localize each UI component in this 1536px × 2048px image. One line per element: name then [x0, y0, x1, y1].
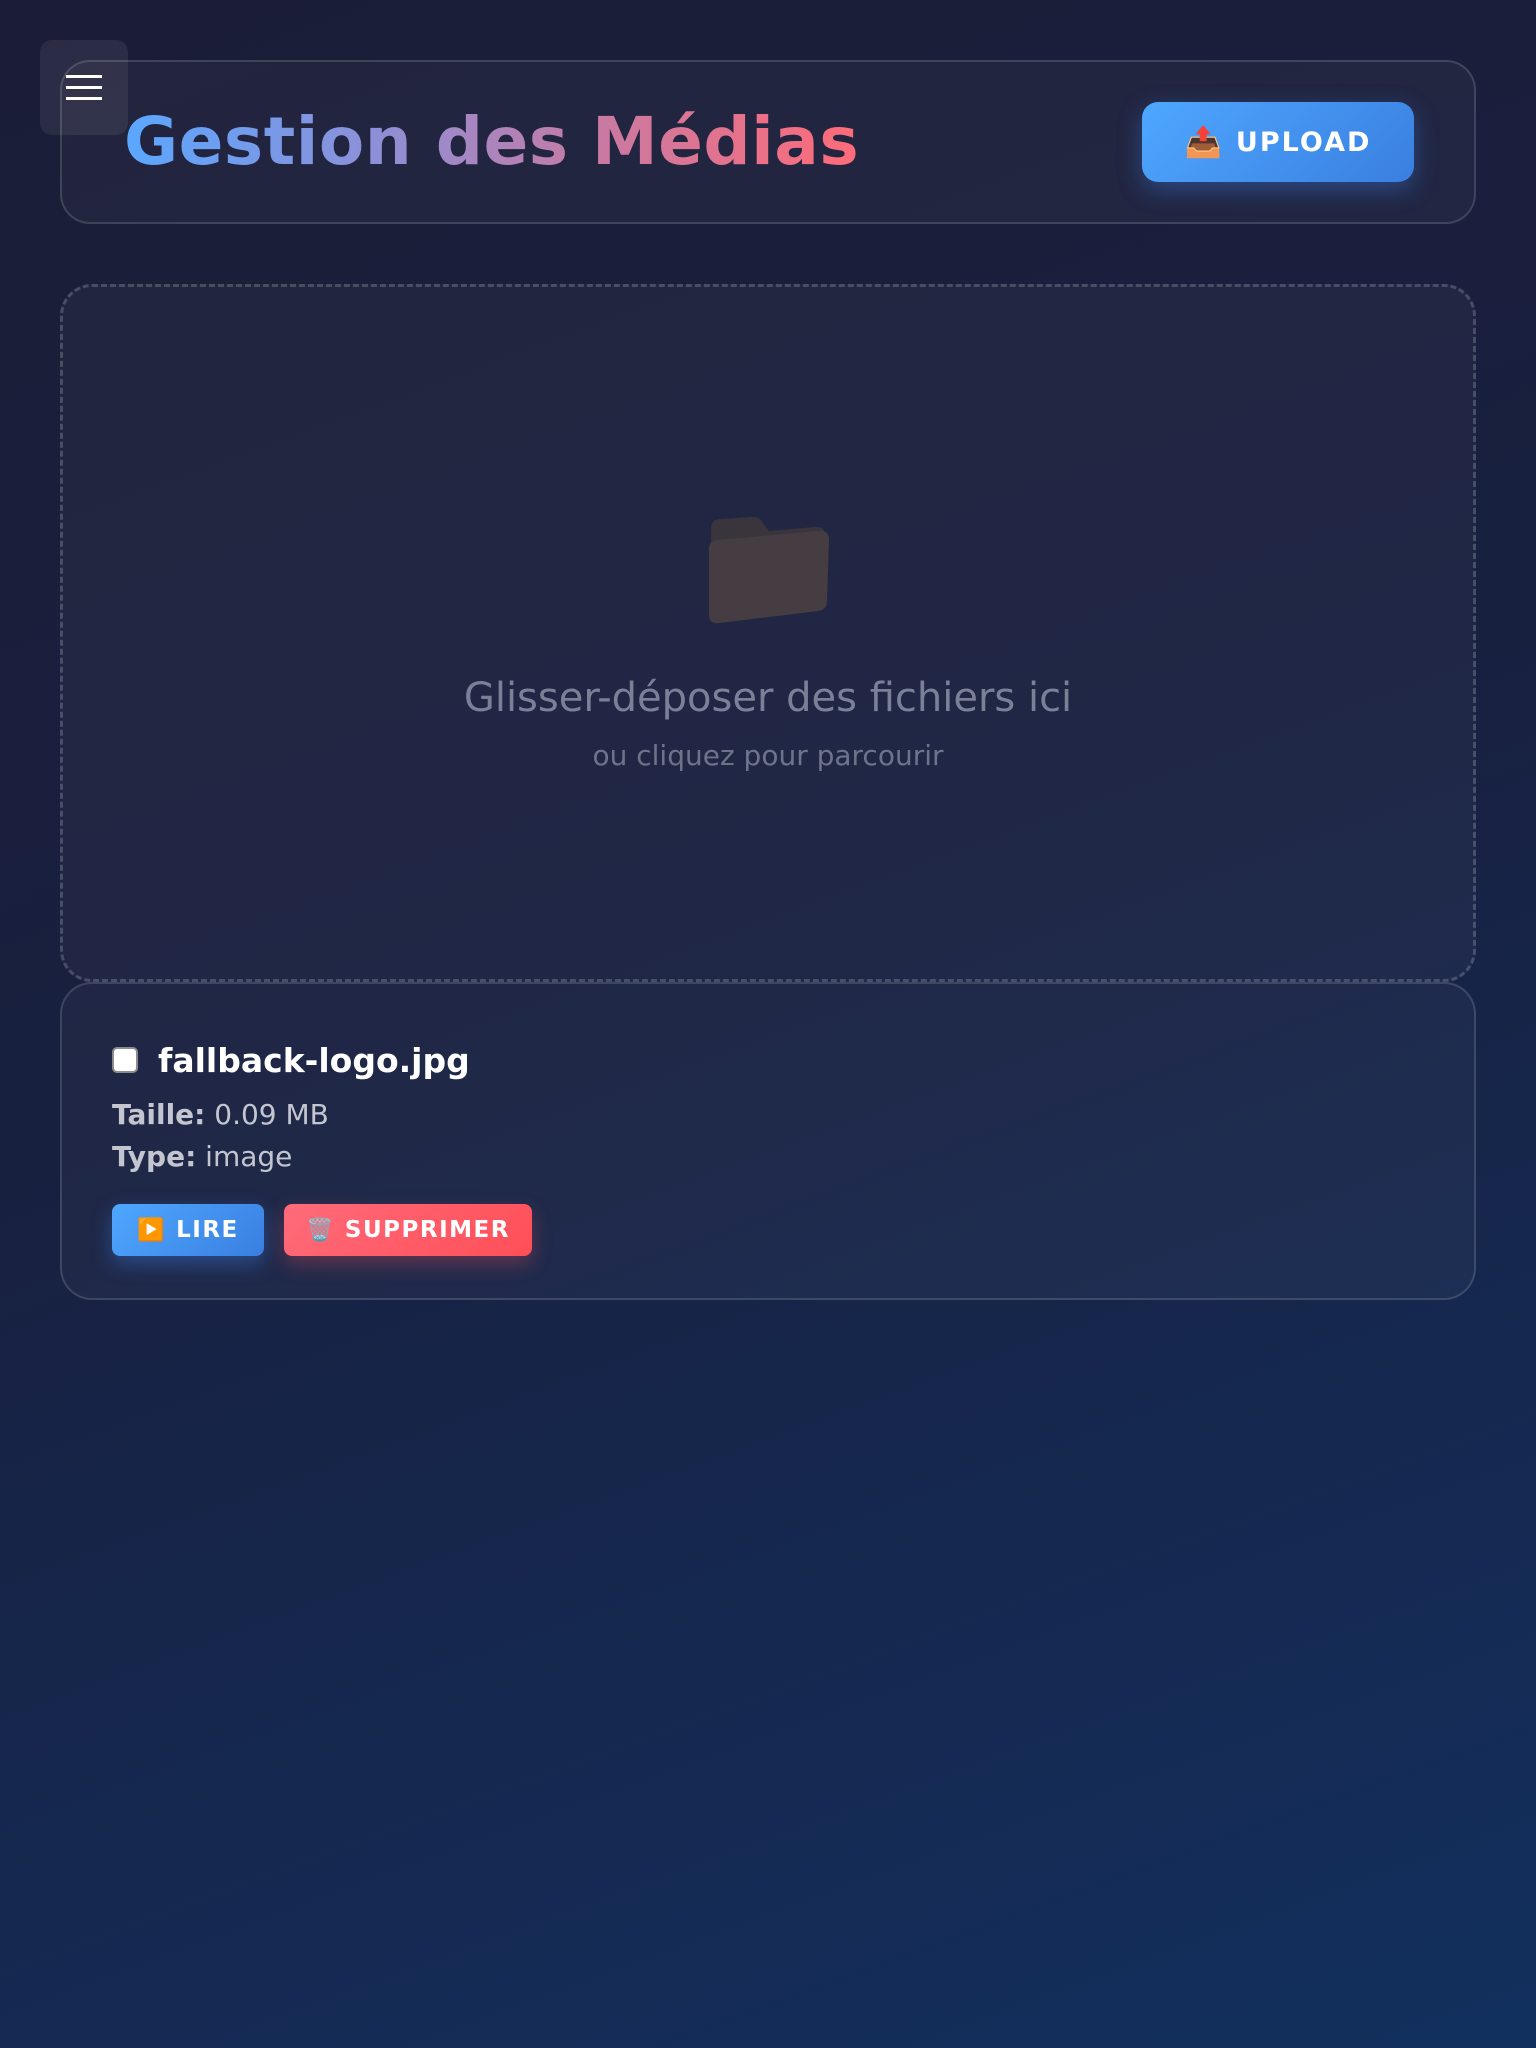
folder-icon	[709, 516, 829, 624]
file-card: fallback-logo.jpg Taille: 0.09 MB Type: …	[60, 982, 1476, 1300]
menu-toggle-button[interactable]	[40, 40, 128, 135]
play-button-label: LIRE	[176, 1217, 239, 1243]
delete-button[interactable]: 🗑️ SUPPRIMER	[284, 1204, 532, 1256]
hamburger-icon	[66, 74, 102, 100]
file-type-row: Type: image	[112, 1136, 1424, 1178]
dropzone-title: Glisser-déposer des fichiers ici	[463, 675, 1073, 721]
play-button[interactable]: ▶️ LIRE	[112, 1204, 264, 1256]
file-type-value: image	[205, 1140, 293, 1173]
file-type-label: Type:	[112, 1140, 197, 1173]
file-size-row: Taille: 0.09 MB	[112, 1094, 1424, 1136]
file-name: fallback-logo.jpg	[158, 1040, 470, 1080]
page-title: Gestion des Médias	[124, 103, 860, 180]
drop-zone[interactable]: Glisser-déposer des fichiers ici ou cliq…	[60, 284, 1476, 982]
file-select-checkbox[interactable]	[112, 1047, 138, 1073]
dropzone-subtitle: ou cliquez pour parcourir	[592, 739, 944, 772]
header-card: Gestion des Médias 📤 UPLOAD	[60, 60, 1476, 224]
file-actions: ▶️ LIRE 🗑️ SUPPRIMER	[112, 1204, 1424, 1256]
trash-icon: 🗑️	[306, 1217, 335, 1243]
file-card-header: fallback-logo.jpg	[112, 1038, 1424, 1082]
file-size-value: 0.09 MB	[214, 1098, 329, 1131]
delete-button-label: SUPPRIMER	[344, 1217, 510, 1243]
file-size-label: Taille:	[112, 1098, 206, 1131]
upload-icon: 📤	[1184, 124, 1224, 160]
upload-button-label: UPLOAD	[1235, 126, 1372, 158]
upload-button[interactable]: 📤 UPLOAD	[1142, 102, 1414, 182]
play-icon: ▶️	[137, 1217, 167, 1243]
